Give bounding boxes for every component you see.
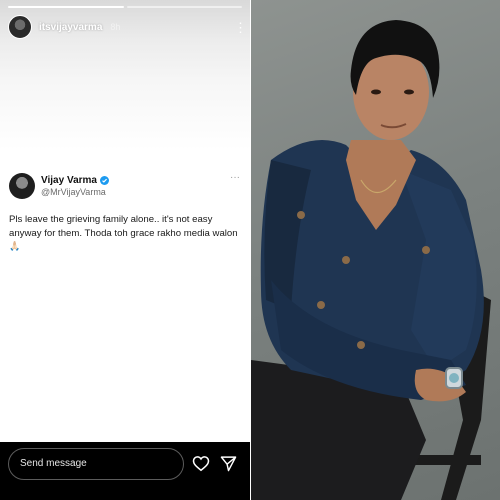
story-header: itsvijayvarma 8h ⋮ [8,14,247,40]
tweet-card: Vijay Varma @MrVijayVarma ··· Pls leave … [0,166,250,272]
kebab-menu-icon[interactable]: ⋮ [234,21,247,34]
story-progress-segment [126,6,242,8]
tweet-display-name-row: Vijay Varma [41,175,109,186]
story-timestamp: 8h [110,22,121,32]
man-in-denim-jacket-illustration [251,20,491,500]
paper-plane-icon[interactable] [220,455,237,472]
tweet-handle: @MrVijayVarma [41,187,106,197]
tweet-body: Pls leave the grieving family alone.. it… [9,214,238,239]
instagram-story: itsvijayvarma 8h ⋮ Vijay Varma @MrVijayV… [0,0,250,500]
story-username[interactable]: itsvijayvarma [39,22,102,33]
tweet-display-name: Vijay Varma [41,175,97,186]
story-progress-segment-active [8,6,124,8]
story-reply-bar: Send message [0,442,250,500]
tweet-avatar [9,173,35,199]
tweet-text-block: Pls leave the grieving family alone.. it… [9,213,241,254]
verified-badge-icon [99,176,109,185]
folded-hands-emoji: 🙏🏻 [9,241,21,251]
send-message-placeholder: Send message [20,458,87,469]
portrait-photo [251,0,500,500]
story-progress-bar [8,6,242,8]
send-message-input[interactable]: Send message [8,448,184,480]
tweet-author: Vijay Varma @MrVijayVarma [9,173,109,199]
heart-icon[interactable] [192,455,210,472]
tweet-more-icon: ··· [230,172,240,183]
story-avatar[interactable] [8,15,32,39]
